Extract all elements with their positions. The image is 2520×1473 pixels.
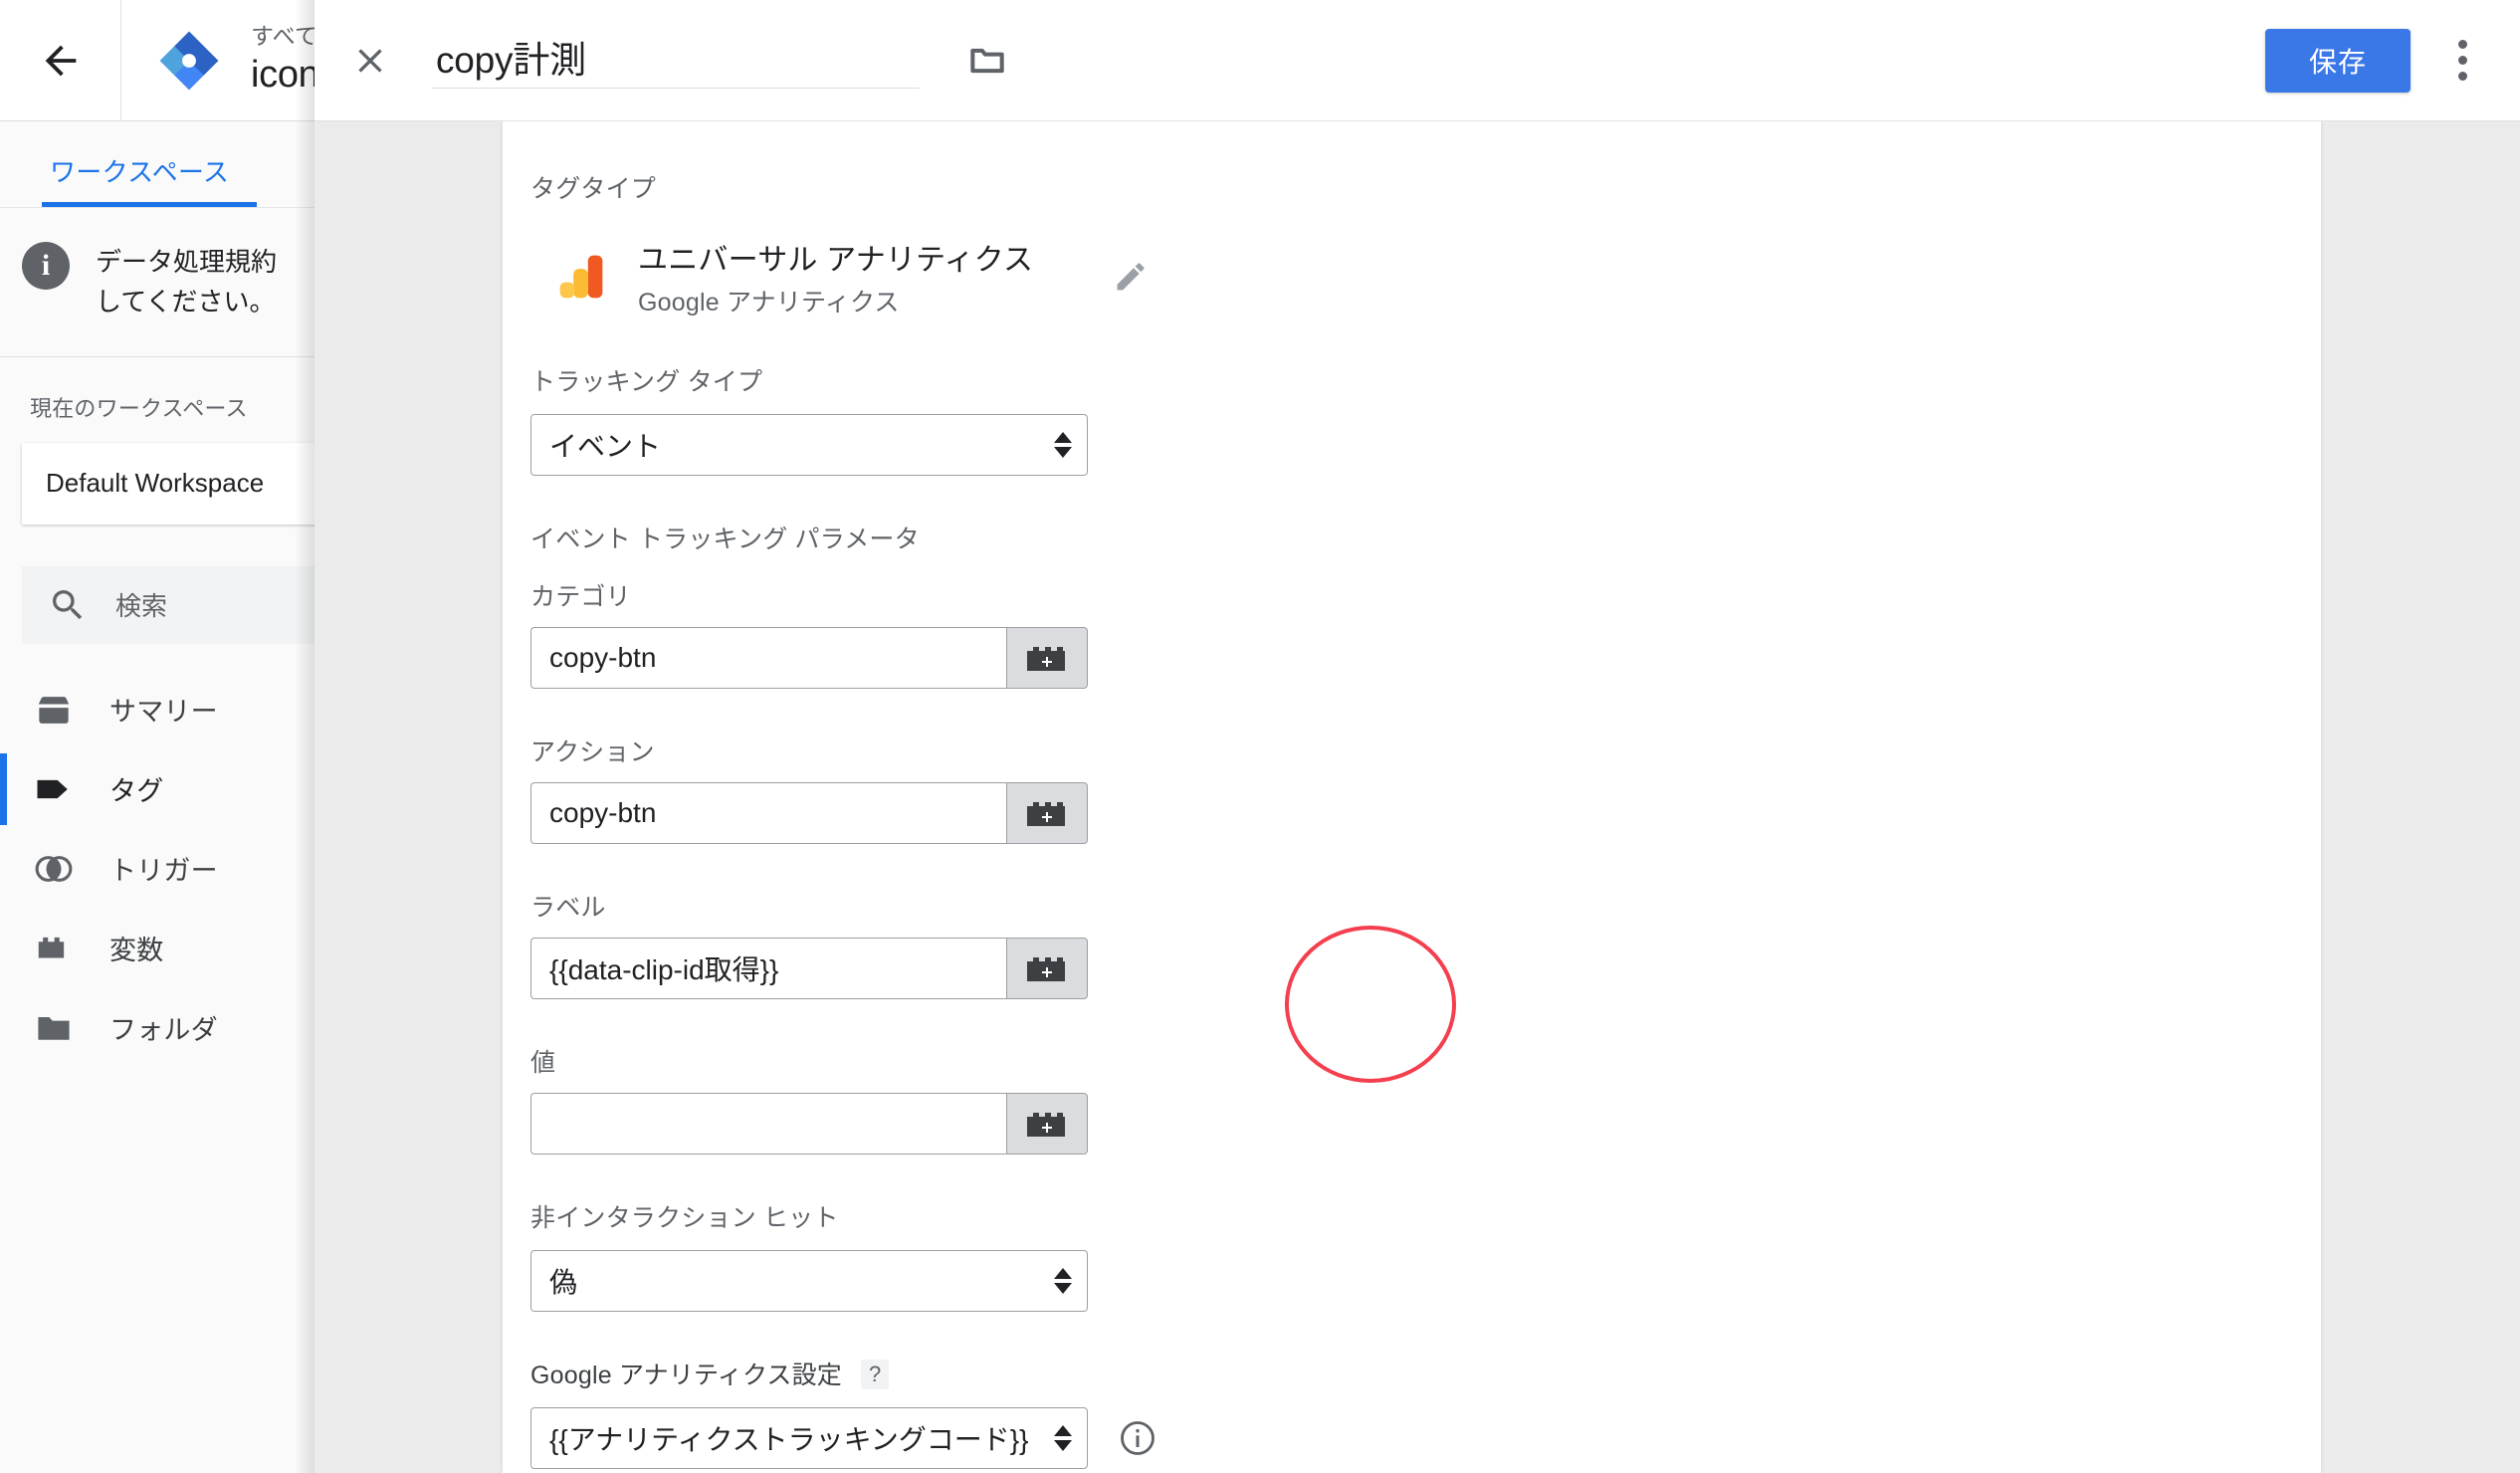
info-outline-icon[interactable] [1118, 1418, 1157, 1458]
non-interaction-select-wrap [530, 1250, 1088, 1312]
ga-settings-select-wrap [530, 1407, 1088, 1469]
folder-icon [38, 1016, 70, 1040]
non-interaction-select[interactable] [530, 1250, 1088, 1312]
label-label: ラベル [530, 894, 606, 922]
value-field [530, 1093, 1088, 1155]
dialog-body: タグタイプ ユニバーサル アナリティクス Google アナリティクス トラッキ… [315, 121, 2520, 1473]
save-button[interactable]: 保存 [2264, 28, 2411, 93]
ga-settings-help-icon[interactable]: ? [861, 1360, 890, 1389]
tag-name-input[interactable] [432, 32, 920, 89]
lego-variable-icon [1027, 647, 1065, 671]
info-icon: i [22, 242, 70, 290]
close-icon [358, 48, 382, 73]
label-field-variable-button[interactable] [1006, 938, 1088, 999]
more-vert-icon[interactable] [2432, 25, 2492, 97]
label-field-block: ラベル [530, 888, 2321, 999]
tag-type-label: タグタイプ [530, 175, 657, 203]
action-label: アクション [530, 738, 655, 766]
tag-icon [37, 779, 68, 798]
summary-icon [38, 696, 70, 724]
workspace-name: Default Workspace [46, 468, 265, 499]
tab-workspace[interactable]: ワークスペース [22, 152, 258, 207]
back-arrow-icon [45, 45, 76, 76]
non-interaction-label: 非インタラクション ヒット [530, 1204, 839, 1232]
tag-configuration-card: タグタイプ ユニバーサル アナリティクス Google アナリティクス トラッキ… [503, 121, 2321, 1473]
notice-line-1: データ処理規約 [96, 247, 278, 277]
back-button[interactable] [0, 0, 121, 120]
tracking-type-select-wrap [530, 414, 1088, 476]
edit-tag-type-button[interactable] [1113, 259, 1149, 295]
kebab-dot-1 [2457, 40, 2467, 49]
modal-left-shadow [295, 0, 316, 1473]
tab-workspace-label: ワークスペース [50, 157, 230, 187]
category-variable-button[interactable] [1006, 627, 1088, 689]
tracking-type-select[interactable] [530, 414, 1088, 476]
gtm-logo-icon [159, 31, 219, 90]
sidebar-item-variables-label: 変数 [109, 936, 164, 966]
kebab-dot-2 [2457, 56, 2467, 65]
sidebar-item-summary-label: サマリー [109, 697, 218, 728]
action-variable-button[interactable] [1006, 782, 1088, 844]
tag-type-name: ユニバーサル アナリティクス [638, 244, 1034, 277]
folder-icon [970, 48, 1004, 73]
value-field-block: 値 [530, 1043, 2321, 1155]
dialog-header: 保存 [315, 0, 2520, 121]
category-label: カテゴリ [530, 583, 631, 611]
move-to-folder-button[interactable] [951, 25, 1023, 97]
ga-settings-label: Google アナリティクス設定 [530, 1362, 843, 1389]
event-parameters-label: イベント トラッキング パラメータ [530, 526, 920, 553]
event-parameters-group: イベント トラッキング パラメータ カテゴリ copy-btn アクション co… [530, 520, 2321, 1155]
sidebar-item-tags-label: タグ [109, 776, 164, 807]
close-button[interactable] [334, 25, 406, 97]
dialog-header-actions: 保存 [2264, 25, 2492, 97]
ga-settings-select[interactable] [530, 1407, 1088, 1469]
trigger-icon [35, 855, 73, 882]
tag-type-row: ユニバーサル アナリティクス Google アナリティクス [530, 235, 2321, 318]
search-icon [53, 589, 83, 619]
sidebar-item-triggers-label: トリガー [109, 856, 218, 887]
category-field [530, 627, 1088, 689]
tracking-type-group: トラッキング タイプ [530, 362, 2321, 476]
value-input[interactable] [530, 1093, 1006, 1155]
value-label: 値 [530, 1049, 556, 1077]
screen-root: すべてのア icon-s ワークスペース i データ処理規約 してください。 現… [0, 0, 2520, 1473]
action-field-block: アクション [530, 733, 2321, 844]
tag-type-vendor: Google アナリティクス [638, 289, 900, 316]
action-field [530, 782, 1088, 844]
notice-line-2: してください。 [96, 287, 276, 317]
category-field-block: カテゴリ [530, 577, 2321, 689]
tag-edit-dialog: 保存 タグタイプ [315, 0, 2520, 1473]
label-input[interactable] [530, 938, 1006, 999]
action-input[interactable] [530, 782, 1006, 844]
lego-variable-icon [1027, 1113, 1065, 1137]
value-variable-button[interactable] [1006, 1093, 1088, 1155]
ga-settings-row [530, 1407, 2321, 1469]
pencil-icon [1117, 263, 1145, 291]
notice-text: データ処理規約 してください。 [96, 242, 277, 322]
variable-icon [38, 937, 65, 958]
ga-settings-label-wrap: Google アナリティクス設定 ? [530, 1356, 2321, 1391]
dialog-title-wrap [432, 32, 920, 89]
tag-type-names: ユニバーサル アナリティクス Google アナリティクス [638, 235, 1033, 318]
tracking-type-label: トラッキング タイプ [530, 368, 763, 396]
label-field [530, 938, 1088, 999]
non-interaction-group: 非インタラクション ヒット [530, 1198, 2321, 1312]
search-placeholder: 検索 [115, 591, 168, 622]
lego-variable-icon [1027, 802, 1065, 826]
sidebar-item-folders-label: フォルダ [109, 1015, 218, 1046]
ga-settings-group: Google アナリティクス設定 ? [530, 1356, 2321, 1469]
lego-variable-icon [1027, 957, 1065, 981]
google-analytics-icon [559, 255, 603, 299]
category-input[interactable] [530, 627, 1006, 689]
kebab-dot-3 [2457, 72, 2467, 81]
